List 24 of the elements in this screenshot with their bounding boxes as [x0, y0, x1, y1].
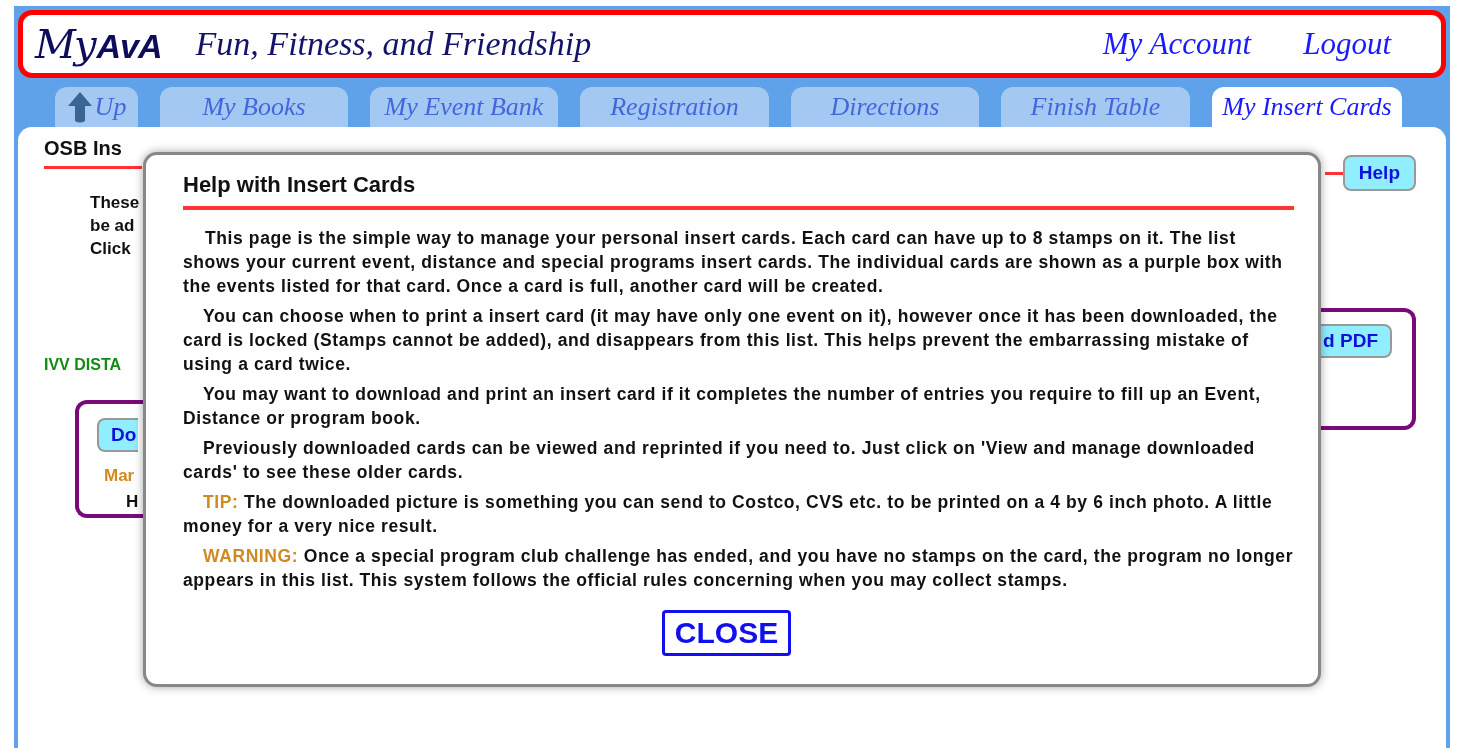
card-name: Mar — [104, 466, 135, 486]
intro-text: Click — [90, 238, 131, 260]
intro-text: be ad — [90, 215, 135, 237]
up-arrow-icon — [66, 91, 93, 123]
nav-tab[interactable]: My Insert Cards — [1212, 87, 1402, 127]
help-paragraph: You may want to download and print an insert card if it completes the number of entries you require to fill up an Event, Distance or program book. — [183, 383, 1262, 430]
download-button[interactable]: d PDF — [1319, 324, 1392, 358]
help-paragraph: This page is the simple way to manage your personal insert cards. Each card can have up to 8 stamps on it. The list shows your current event, distance and special programs insert cards. The individual cards are shown as a purple box with the events listed for that card. Once a card is full, another card will be created. — [183, 227, 1284, 298]
card-text: H — [126, 492, 139, 512]
header-link[interactable]: My Account — [1102, 26, 1252, 62]
logo[interactable]: MyAvA — [35, 21, 162, 67]
header-link[interactable]: Logout — [1303, 26, 1391, 62]
intro-text: These — [90, 192, 140, 214]
tagline: Fun, Fitness, and Friendship — [195, 25, 593, 63]
help-button[interactable]: Help — [1342, 155, 1416, 191]
page-title: OSB Ins — [44, 137, 142, 169]
download-button[interactable]: Do — [97, 418, 139, 452]
dialog-title: Help with Insert Cards — [183, 168, 1294, 210]
help-paragraph: You can choose when to print a insert card (it may have only one event on it), however once it has been downloaded, the card is locked (Stamps cannot be added), and disappears from this list. This helps prevent the embarrassing mistake of using a card twice. — [183, 305, 1279, 376]
help-paragraph: Previously downloaded cards can be viewed and reprinted if you need to. Just click on 'View and manage downloaded cards' to see these older cards. — [183, 437, 1256, 484]
help-paragraph: WARNING: Once a special program club challenge has ended, and you have no stamps on the card, the program no longer appears in this list. This system follows the official rules concerning when you may collect stamps. — [183, 545, 1294, 592]
help-paragraph: TIP: The downloaded picture is something you can send to Costco, CVS etc. to be printed on a 4 by 6 inch photo. A little money for a very nice result. — [183, 491, 1274, 538]
section-heading: IVV DISTA — [44, 356, 123, 374]
close-button[interactable]: CLOSE — [661, 610, 792, 656]
